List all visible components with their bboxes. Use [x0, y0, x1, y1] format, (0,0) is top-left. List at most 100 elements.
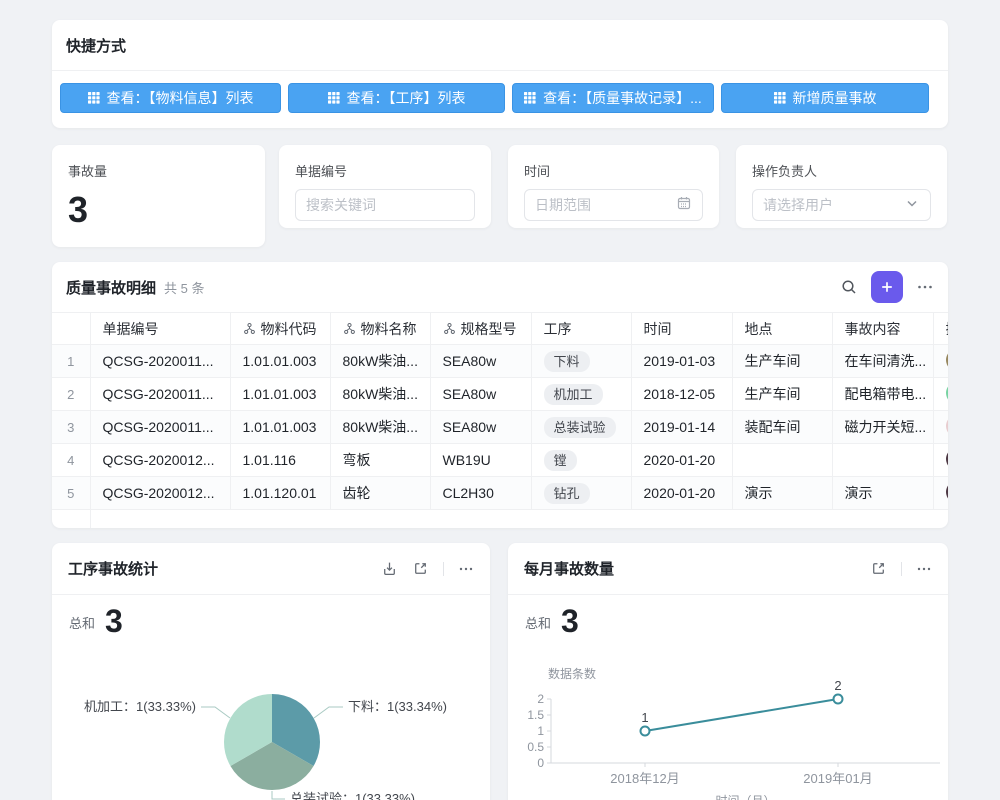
- line-series: [645, 699, 838, 731]
- cell-操作负责人: [933, 477, 948, 510]
- cell-规格型号: SEA80w: [430, 345, 531, 378]
- cell-物料名称: 弯板: [330, 444, 430, 477]
- cell-工序: 钻孔: [531, 477, 631, 510]
- cell-事故内容: 演示: [832, 477, 933, 510]
- process-tag: 镗: [544, 450, 577, 471]
- cell-工序: 下料: [531, 345, 631, 378]
- process-tag: 总装试验: [544, 417, 616, 438]
- table-row-4[interactable]: 4QCSG-2020012...1.01.116弯板WB19U镗2020-01-…: [52, 444, 948, 477]
- grid-icon: [524, 92, 536, 104]
- export-image-icon[interactable]: [381, 560, 398, 577]
- pie-total-value: 3: [105, 605, 123, 637]
- cell-工序: 机加工: [531, 378, 631, 411]
- pie-leader-line: [272, 791, 285, 799]
- more-icon[interactable]: [916, 278, 934, 296]
- process-accident-chart-card: 工序事故统计: [52, 543, 490, 800]
- shortcut-button-label: 新增质量事故: [793, 88, 877, 108]
- shortcut-button-2[interactable]: 查看：【工序】列表: [288, 83, 505, 113]
- line-point[interactable]: [641, 727, 650, 736]
- y-tick-label: 1: [537, 724, 544, 738]
- row-number: 1: [52, 345, 90, 378]
- cell-单据编号: QCSG-2020012...: [90, 477, 230, 510]
- doc-number-input-box: [295, 189, 475, 221]
- shortcuts-title: 快捷方式: [66, 35, 126, 56]
- cell-地点: 装配车间: [732, 411, 832, 444]
- search-icon[interactable]: [840, 278, 858, 296]
- table-record-count: 共 5 条: [164, 278, 204, 297]
- table-row-3[interactable]: 3QCSG-2020011...1.01.01.00380kW柴油...SEA8…: [52, 411, 948, 444]
- cell-物料代码: 1.01.01.003: [230, 378, 330, 411]
- table-header-row: 单据编号物料代码物料名称规格型号工序时间地点事故内容操作负责人: [52, 313, 948, 345]
- cell-物料名称: 80kW柴油...: [330, 378, 430, 411]
- line-total-value: 3: [561, 605, 579, 637]
- fullscreen-icon[interactable]: [870, 560, 887, 577]
- fullscreen-icon[interactable]: [412, 560, 429, 577]
- table-row-1[interactable]: 1QCSG-2020011...1.01.01.00380kW柴油...SEA8…: [52, 345, 948, 378]
- row-number: 3: [52, 411, 90, 444]
- column-header-物料名称: 物料名称: [330, 313, 430, 345]
- column-header-label: 工序: [544, 319, 572, 339]
- cell-规格型号: SEA80w: [430, 411, 531, 444]
- calendar-icon: [676, 195, 692, 216]
- cell-地点: 演示: [732, 477, 832, 510]
- point-value-label: 2: [834, 678, 841, 693]
- line-total-label: 总和: [525, 613, 551, 637]
- cell-工序: 镗: [531, 444, 631, 477]
- cell-地点: [732, 444, 832, 477]
- y-tick-label: 1.5: [527, 708, 544, 722]
- linked-field-icon: [443, 322, 456, 335]
- column-header-label: 规格型号: [461, 319, 517, 339]
- line-point[interactable]: [834, 695, 843, 704]
- cell-操作负责人: [933, 345, 948, 378]
- x-axis-title: 时间（月）: [715, 794, 775, 800]
- grid-icon: [328, 92, 340, 104]
- cell-物料代码: 1.01.01.003: [230, 345, 330, 378]
- shortcut-button-3[interactable]: 查看：【质量事故记录】...: [512, 83, 714, 113]
- table-row-2[interactable]: 2QCSG-2020011...1.01.01.00380kW柴油...SEA8…: [52, 378, 948, 411]
- pie-total-label: 总和: [69, 613, 95, 637]
- cell-时间: 2018-12-05: [631, 378, 732, 411]
- linked-field-icon: [343, 322, 356, 335]
- linked-field-icon: [243, 322, 256, 335]
- shortcut-button-1[interactable]: 查看：【物料信息】列表: [60, 83, 281, 113]
- process-tag: 机加工: [544, 384, 603, 405]
- accident-count-label: 事故量: [52, 145, 265, 180]
- cell-时间: 2020-01-20: [631, 444, 732, 477]
- more-icon[interactable]: [916, 561, 932, 577]
- monthly-accident-chart-card: 每月事故数量 总和 3 数据: [508, 543, 948, 800]
- column-header-index: [52, 313, 90, 345]
- cell-物料代码: 1.01.116: [230, 444, 330, 477]
- doc-number-search-input[interactable]: [306, 197, 464, 213]
- row-number: 4: [52, 444, 90, 477]
- date-range-picker[interactable]: 日期范围: [524, 189, 703, 221]
- date-range-placeholder: 日期范围: [535, 195, 676, 215]
- more-icon[interactable]: [458, 561, 474, 577]
- column-header-工序: 工序: [531, 313, 631, 345]
- shortcut-button-label: 查看：【质量事故记录】...: [543, 88, 702, 108]
- cell-地点: 生产车间: [732, 345, 832, 378]
- add-record-button[interactable]: [871, 271, 903, 303]
- doc-number-filter-card: 单据编号: [279, 145, 491, 228]
- column-header-label: 操作负责人: [946, 319, 949, 339]
- divider: [443, 562, 444, 576]
- pie-slice-label: 总装试验：1(33.33%): [290, 791, 415, 800]
- column-header-操作负责人: 操作负责人: [933, 313, 948, 345]
- accident-count-value: 3: [52, 180, 265, 228]
- process-tag: 下料: [544, 351, 590, 372]
- x-tick-label: 2019年01月: [803, 771, 872, 786]
- table-empty-strip: [52, 510, 948, 528]
- cell-单据编号: QCSG-2020011...: [90, 345, 230, 378]
- avatar: [946, 415, 949, 437]
- chevron-down-icon: [904, 195, 920, 216]
- shortcut-button-label: 查看：【工序】列表: [347, 88, 466, 108]
- operator-select[interactable]: 请选择用户: [752, 189, 931, 221]
- cell-单据编号: QCSG-2020011...: [90, 411, 230, 444]
- shortcut-buttons-row: 查看：【物料信息】列表 查看：【工序】列表 查看：【质量事故记录】... 新增质量事故: [52, 71, 948, 113]
- cell-规格型号: CL2H30: [430, 477, 531, 510]
- shortcut-button-4[interactable]: 新增质量事故: [721, 83, 929, 113]
- doc-number-label: 单据编号: [279, 145, 491, 180]
- table-row-5[interactable]: 5QCSG-2020012...1.01.120.01齿轮CL2H30钻孔202…: [52, 477, 948, 510]
- y-tick-label: 0: [537, 756, 544, 770]
- pie-slice-label: 下料：1(33.34%): [348, 699, 447, 714]
- column-header-label: 物料名称: [361, 319, 417, 339]
